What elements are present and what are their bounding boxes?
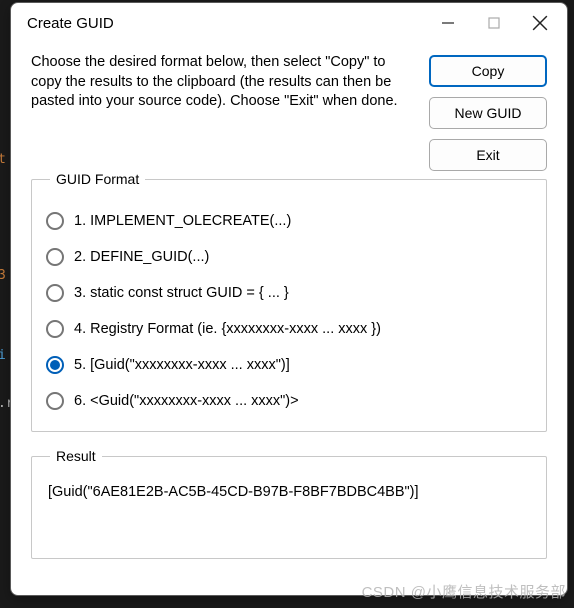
copy-button-label: Copy bbox=[472, 63, 505, 79]
radio-icon bbox=[46, 284, 64, 302]
backdrop-text: 3 bbox=[0, 268, 6, 283]
copy-button[interactable]: Copy bbox=[429, 55, 547, 87]
format-option-label: 6. <Guid("xxxxxxxx-xxxx ... xxxx")> bbox=[74, 393, 299, 409]
format-option-4[interactable]: 4. Registry Format (ie. {xxxxxxxx-xxxx .… bbox=[46, 311, 532, 347]
format-option-3[interactable]: 3. static const struct GUID = { ... } bbox=[46, 275, 532, 311]
format-option-1[interactable]: 1. IMPLEMENT_OLECREATE(...) bbox=[46, 203, 532, 239]
window-title: Create GUID bbox=[27, 15, 425, 32]
format-option-label: 4. Registry Format (ie. {xxxxxxxx-xxxx .… bbox=[74, 321, 381, 337]
maximize-button[interactable] bbox=[471, 4, 517, 42]
backdrop-text: t bbox=[0, 152, 6, 167]
format-option-5[interactable]: 5. [Guid("xxxxxxxx-xxxx ... xxxx")] bbox=[46, 347, 532, 383]
guid-format-group: GUID Format 1. IMPLEMENT_OLECREATE(...) 2… bbox=[31, 171, 547, 432]
maximize-icon bbox=[487, 16, 501, 30]
guid-format-legend: GUID Format bbox=[50, 171, 145, 187]
backdrop-text: i bbox=[0, 348, 6, 363]
new-guid-button-label: New GUID bbox=[455, 105, 522, 121]
radio-icon bbox=[46, 320, 64, 338]
format-option-label: 5. [Guid("xxxxxxxx-xxxx ... xxxx")] bbox=[74, 357, 290, 373]
format-option-6[interactable]: 6. <Guid("xxxxxxxx-xxxx ... xxxx")> bbox=[46, 383, 532, 419]
button-column: Copy New GUID Exit bbox=[429, 53, 547, 171]
radio-icon bbox=[46, 212, 64, 230]
titlebar: Create GUID bbox=[11, 3, 567, 43]
format-option-label: 2. DEFINE_GUID(...) bbox=[74, 249, 209, 265]
left-column: Choose the desired format below, then se… bbox=[31, 53, 547, 575]
close-button[interactable] bbox=[517, 4, 563, 42]
exit-button-label: Exit bbox=[476, 147, 499, 163]
format-option-label: 3. static const struct GUID = { ... } bbox=[74, 285, 289, 301]
radio-icon bbox=[46, 356, 64, 374]
radio-icon bbox=[46, 248, 64, 266]
minimize-icon bbox=[441, 16, 455, 30]
exit-button[interactable]: Exit bbox=[429, 139, 547, 171]
minimize-button[interactable] bbox=[425, 4, 471, 42]
format-option-2[interactable]: 2. DEFINE_GUID(...) bbox=[46, 239, 532, 275]
close-icon bbox=[532, 15, 548, 31]
format-option-label: 1. IMPLEMENT_OLECREATE(...) bbox=[74, 213, 291, 229]
dialog-body: Choose the desired format below, then se… bbox=[11, 43, 567, 595]
create-guid-dialog: Create GUID Choose the desired format be… bbox=[10, 2, 568, 596]
result-value: [Guid("6AE81E2B-AC5B-45CD-B97B-F8BF7BDBC… bbox=[46, 480, 532, 540]
radio-icon bbox=[46, 392, 64, 410]
new-guid-button[interactable]: New GUID bbox=[429, 97, 547, 129]
instructions-text: Choose the desired format below, then se… bbox=[31, 53, 413, 112]
result-legend: Result bbox=[50, 448, 102, 464]
result-group: Result [Guid("6AE81E2B-AC5B-45CD-B97B-F8… bbox=[31, 448, 547, 559]
